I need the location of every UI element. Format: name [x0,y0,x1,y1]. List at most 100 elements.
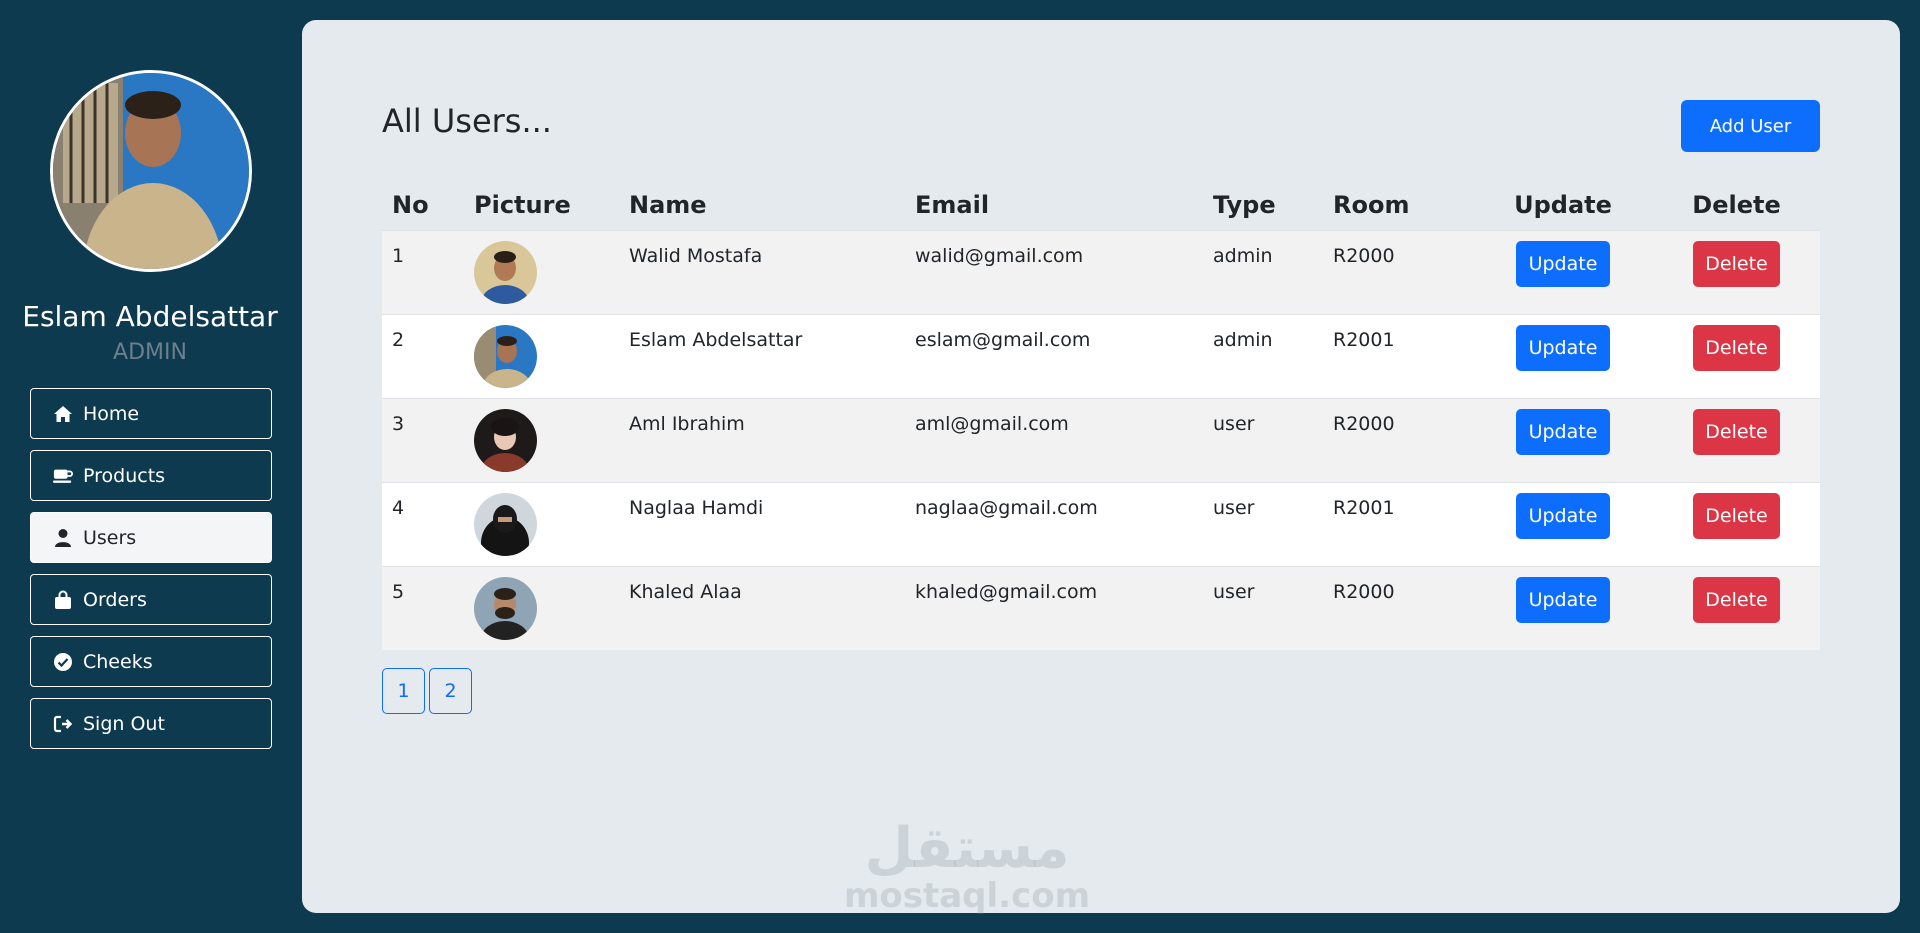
cell-room: R2000 [1323,397,1473,482]
sidebar-item-label: Cheeks [83,650,153,673]
column-header-delete: Delete [1692,190,1781,219]
cell-name: Naglaa Hamdi [619,481,905,566]
cell-room: R2001 [1323,313,1473,398]
home-icon [51,403,75,425]
update-button[interactable]: Update [1516,576,1610,623]
cell-email: aml@gmail.com [905,397,1203,482]
sidebar-item-home[interactable]: Home [30,388,272,439]
cell-name: Walid Mostafa [619,229,905,314]
delete-button[interactable]: Delete [1693,576,1780,623]
table-row: 2 Eslam Abdelsattar eslam@gmail.com admi… [382,313,1820,398]
cell-update: Update [1473,481,1653,566]
cell-picture [464,229,619,314]
page-button-2[interactable]: 2 [429,668,472,714]
cell-email: naglaa@gmail.com [905,481,1203,566]
sidebar-item-label: Users [83,526,137,549]
sidebar-nav: Home Products Users Orders Cheeks Sign O… [30,388,272,760]
sidebar-item-label: Orders [83,588,147,611]
cell-name: Khaled Alaa [619,565,905,650]
cell-picture [464,313,619,398]
cell-name: Aml Ibrahim [619,397,905,482]
table-row: 3 Aml Ibrahim aml@gmail.com user R2000 U… [382,397,1820,482]
cell-room: R2001 [1323,481,1473,566]
sidebar-item-orders[interactable]: Orders [30,574,272,625]
cell-email: walid@gmail.com [905,229,1203,314]
cell-name: Eslam Abdelsattar [619,313,905,398]
cell-picture [464,397,619,482]
column-header-update: Update [1514,190,1612,219]
pagination: 1 2 [382,668,472,714]
cell-delete: Delete [1653,229,1820,314]
column-header-room: Room [1333,190,1410,219]
sidebar-item-sign-out[interactable]: Sign Out [30,698,272,749]
cell-room: R2000 [1323,229,1473,314]
column-header-picture: Picture [474,190,571,219]
table-row: 4 Naglaa Hamdi naglaa@gmail.com user R20… [382,481,1820,566]
cell-room: R2000 [1323,565,1473,650]
column-header-email: Email [915,190,990,219]
table-row: 1 Walid Mostafa walid@gmail.com admin R2… [382,229,1820,314]
column-header-type: Type [1213,190,1276,219]
cell-delete: Delete [1653,565,1820,650]
sidebar-item-label: Products [83,464,166,487]
profile-role: ADMIN [113,340,187,365]
cell-delete: Delete [1653,397,1820,482]
column-header-no: No [392,190,429,219]
update-button[interactable]: Update [1516,408,1610,455]
delete-button[interactable]: Delete [1693,240,1780,287]
cell-no: 1 [382,229,464,314]
cell-email: eslam@gmail.com [905,313,1203,398]
cell-no: 2 [382,313,464,398]
sidebar-item-cheeks[interactable]: Cheeks [30,636,272,687]
cell-no: 3 [382,397,464,482]
cell-delete: Delete [1653,313,1820,398]
sidebar-item-label: Home [83,402,140,425]
update-button[interactable]: Update [1516,492,1610,539]
cell-type: user [1203,481,1323,566]
cell-type: user [1203,397,1323,482]
cell-picture [464,565,619,650]
table-header-row: No Picture Name Email Type Room Update D… [382,180,1820,230]
cell-update: Update [1473,313,1653,398]
user-avatar [474,240,537,304]
user-icon [51,527,75,549]
add-user-button[interactable]: Add User [1681,100,1820,152]
coffee-cup-icon [51,465,75,487]
sidebar-item-users[interactable]: Users [30,512,272,563]
user-avatar [474,408,537,472]
delete-button[interactable]: Delete [1693,324,1780,371]
cell-update: Update [1473,229,1653,314]
update-button[interactable]: Update [1516,240,1610,287]
watermark-latin: mostaql.com [843,876,1091,916]
profile-name: Eslam Abdelsattar [22,300,278,333]
user-avatar [474,576,537,640]
cell-delete: Delete [1653,481,1820,566]
update-button[interactable]: Update [1516,324,1610,371]
cell-type: admin [1203,313,1323,398]
page-button-1[interactable]: 1 [382,668,425,714]
column-header-name: Name [629,190,707,219]
user-avatar [474,324,537,388]
check-circle-icon [51,651,75,673]
sign-out-icon [51,713,75,735]
main-panel: All Users... Add User No Picture Name Em… [302,20,1900,916]
cell-picture [464,481,619,566]
cell-no: 5 [382,565,464,650]
cell-no: 4 [382,481,464,566]
cell-update: Update [1473,565,1653,650]
table-row: 5 Khaled Alaa khaled@gmail.com user R200… [382,565,1820,650]
sidebar-item-label: Sign Out [83,712,165,735]
cell-update: Update [1473,397,1653,482]
profile-avatar [50,70,252,272]
cell-email: khaled@gmail.com [905,565,1203,650]
watermark: مستقل mostaql.com [842,816,1092,916]
cell-type: admin [1203,229,1323,314]
delete-button[interactable]: Delete [1693,492,1780,539]
page-title: All Users... [382,102,552,140]
watermark-arabic: مستقل [864,816,1070,881]
delete-button[interactable]: Delete [1693,408,1780,455]
users-table: No Picture Name Email Type Room Update D… [382,180,1820,650]
cell-type: user [1203,565,1323,650]
user-avatar [474,492,537,556]
sidebar-item-products[interactable]: Products [30,450,272,501]
